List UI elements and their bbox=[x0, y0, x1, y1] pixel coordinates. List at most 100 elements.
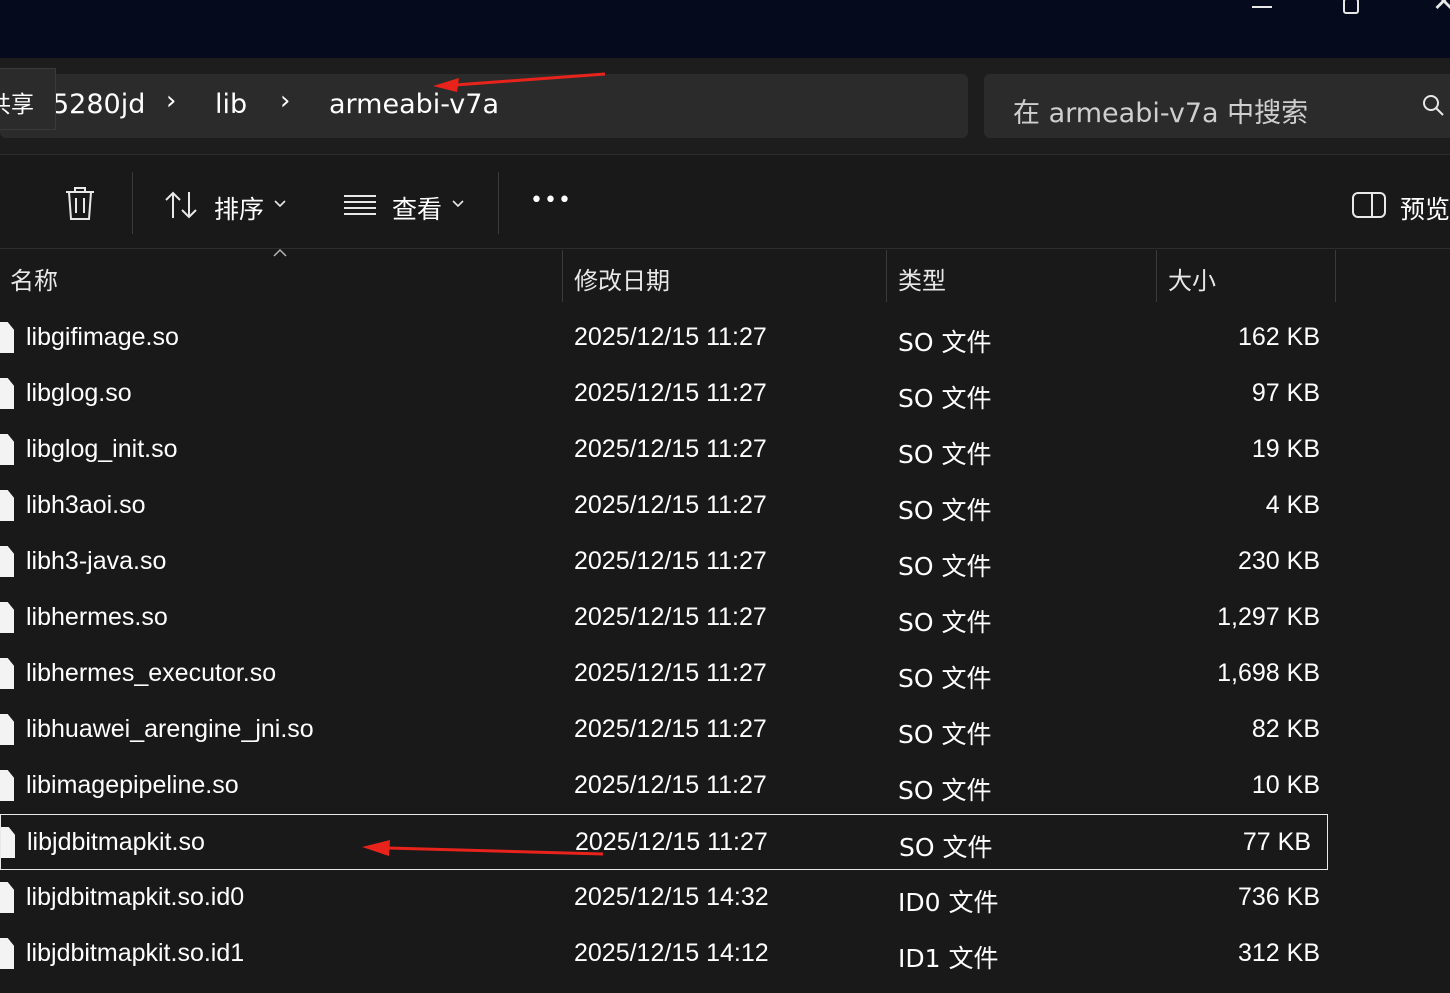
chevron-down-icon[interactable] bbox=[274, 200, 286, 208]
file-row[interactable]: libjdbitmapkit.so 2025/12/15 11:27 SO 文件 77… bbox=[0, 814, 1328, 870]
file-size: 736 KB bbox=[1237, 883, 1320, 911]
view-icon[interactable] bbox=[344, 194, 376, 216]
search-icon[interactable] bbox=[1422, 94, 1446, 118]
view-button[interactable]: 查看 bbox=[392, 190, 442, 226]
file-icon bbox=[0, 434, 14, 465]
file-row[interactable]: libglog.so 2025/12/15 11:27 SO 文件 97 KB bbox=[0, 366, 1336, 422]
file-icon bbox=[0, 490, 14, 521]
file-icon bbox=[0, 938, 14, 969]
title-bar bbox=[0, 0, 1450, 58]
delete-icon[interactable] bbox=[64, 186, 96, 222]
file-type: SO 文件 bbox=[898, 552, 992, 581]
file-type: SO 文件 bbox=[898, 776, 992, 805]
chevron-down-icon[interactable] bbox=[452, 200, 464, 208]
file-type: SO 文件 bbox=[898, 664, 992, 693]
search-input[interactable]: 在 armeabi-v7a 中搜索 bbox=[1013, 91, 1308, 130]
close-icon[interactable]: ✕ bbox=[1432, 0, 1450, 16]
file-date: 2025/12/15 14:12 bbox=[574, 939, 769, 967]
file-size: 77 KB bbox=[1242, 828, 1311, 856]
more-options-button[interactable]: ••• bbox=[530, 188, 572, 213]
column-divider[interactable] bbox=[562, 250, 563, 302]
breadcrumb-separator-icon[interactable]: › bbox=[280, 86, 290, 116]
file-row[interactable]: libjdbitmapkit.so.id1 2025/12/15 14:12 ID1… bbox=[0, 926, 1336, 982]
column-header-date[interactable]: 修改日期 bbox=[574, 261, 670, 296]
file-type: SO 文件 bbox=[898, 328, 992, 357]
file-icon bbox=[0, 658, 14, 689]
file-size: 162 KB bbox=[1237, 323, 1320, 351]
file-size: 1,698 KB bbox=[1217, 659, 1320, 687]
column-divider[interactable] bbox=[1335, 250, 1336, 302]
file-name: libhermes_executor.so bbox=[26, 659, 277, 687]
file-icon bbox=[0, 378, 14, 409]
file-row[interactable]: libjdbitmapkit.so.id0 2025/12/15 14:32 ID0… bbox=[0, 870, 1336, 926]
file-name: libhuawei_arengine_jni.so bbox=[26, 715, 314, 743]
file-date: 2025/12/15 11:27 bbox=[574, 603, 767, 631]
sort-button[interactable]: 排序 bbox=[214, 190, 264, 226]
breadcrumb-armeabi-v7a[interactable]: armeabi-v7a bbox=[329, 89, 499, 120]
file-date: 2025/12/15 11:27 bbox=[575, 828, 768, 856]
file-name: libh3aoi.so bbox=[26, 491, 146, 519]
file-row[interactable]: libhermes_executor.so 2025/12/15 11:27 SO … bbox=[0, 646, 1336, 702]
file-size: 97 KB bbox=[1251, 379, 1320, 407]
file-row[interactable]: libhuawei_arengine_jni.so 2025/12/15 11:2… bbox=[0, 702, 1336, 758]
file-date: 2025/12/15 14:32 bbox=[574, 883, 769, 911]
maximize-icon[interactable] bbox=[1343, 0, 1359, 14]
file-size: 19 KB bbox=[1251, 435, 1320, 463]
file-date: 2025/12/15 11:27 bbox=[574, 771, 767, 799]
column-header-type[interactable]: 类型 bbox=[898, 261, 946, 296]
preview-pane-icon[interactable] bbox=[1352, 192, 1386, 218]
file-name: libglog_init.so bbox=[26, 435, 178, 463]
file-icon bbox=[0, 546, 14, 577]
file-type: ID1 文件 bbox=[898, 944, 999, 973]
column-divider[interactable] bbox=[886, 250, 887, 302]
file-type: SO 文件 bbox=[898, 720, 992, 749]
share-tooltip-text: 共享 bbox=[0, 92, 34, 118]
column-divider[interactable] bbox=[1156, 250, 1157, 302]
file-type: ID0 文件 bbox=[898, 888, 999, 917]
column-header-name[interactable]: 名称 bbox=[10, 261, 58, 296]
file-size: 230 KB bbox=[1237, 547, 1320, 575]
file-row[interactable]: libh3-java.so 2025/12/15 11:27 SO 文件 230 KB bbox=[0, 534, 1336, 590]
toolbar-divider bbox=[132, 172, 133, 234]
toolbar-divider bbox=[498, 172, 499, 234]
file-icon bbox=[0, 770, 14, 801]
file-icon bbox=[0, 322, 14, 353]
file-icon bbox=[0, 714, 14, 745]
breadcrumb-separator-icon[interactable]: › bbox=[166, 86, 176, 116]
file-size: 4 KB bbox=[1265, 491, 1320, 519]
file-date: 2025/12/15 11:27 bbox=[574, 659, 767, 687]
file-date: 2025/12/15 11:27 bbox=[574, 491, 767, 519]
file-row[interactable]: libh3aoi.so 2025/12/15 11:27 SO 文件 4 KB bbox=[0, 478, 1336, 534]
file-type: SO 文件 bbox=[898, 384, 992, 413]
file-type: SO 文件 bbox=[898, 608, 992, 637]
file-date: 2025/12/15 11:27 bbox=[574, 715, 767, 743]
file-date: 2025/12/15 11:27 bbox=[574, 435, 767, 463]
minimize-icon[interactable] bbox=[1252, 6, 1272, 8]
file-date: 2025/12/15 11:27 bbox=[574, 379, 767, 407]
breadcrumb-5280jd[interactable]: 5280jd bbox=[52, 89, 145, 120]
column-header-size[interactable]: 大小 bbox=[1168, 261, 1216, 296]
file-name: libimagepipeline.so bbox=[26, 771, 239, 799]
file-type: SO 文件 bbox=[899, 833, 993, 862]
file-name: libjdbitmapkit.so.id1 bbox=[26, 939, 245, 967]
file-date: 2025/12/15 11:27 bbox=[574, 547, 767, 575]
breadcrumb-lib[interactable]: lib bbox=[215, 89, 247, 120]
file-name: libjdbitmapkit.so.id0 bbox=[26, 883, 245, 911]
preview-button[interactable]: 预览 bbox=[1400, 190, 1450, 226]
sort-icon[interactable] bbox=[164, 190, 200, 220]
share-tooltip: 共享 bbox=[0, 68, 56, 130]
file-icon bbox=[0, 602, 14, 633]
file-type: SO 文件 bbox=[898, 496, 992, 525]
file-row[interactable]: libgifimage.so 2025/12/15 11:27 SO 文件 162 K… bbox=[0, 310, 1336, 366]
file-size: 82 KB bbox=[1251, 715, 1320, 743]
file-icon bbox=[1, 827, 15, 858]
file-row[interactable]: libhermes.so 2025/12/15 11:27 SO 文件 1,297 K… bbox=[0, 590, 1336, 646]
file-row[interactable]: libglog_init.so 2025/12/15 11:27 SO 文件 19 K… bbox=[0, 422, 1336, 478]
sort-ascending-icon bbox=[273, 249, 287, 257]
file-name: libjdbitmapkit.so bbox=[27, 828, 205, 856]
file-type: SO 文件 bbox=[898, 440, 992, 469]
file-row[interactable]: libimagepipeline.so 2025/12/15 11:27 SO 文件… bbox=[0, 758, 1336, 814]
file-size: 1,297 KB bbox=[1217, 603, 1320, 631]
file-date: 2025/12/15 11:27 bbox=[574, 323, 767, 351]
file-name: libglog.so bbox=[26, 379, 132, 407]
